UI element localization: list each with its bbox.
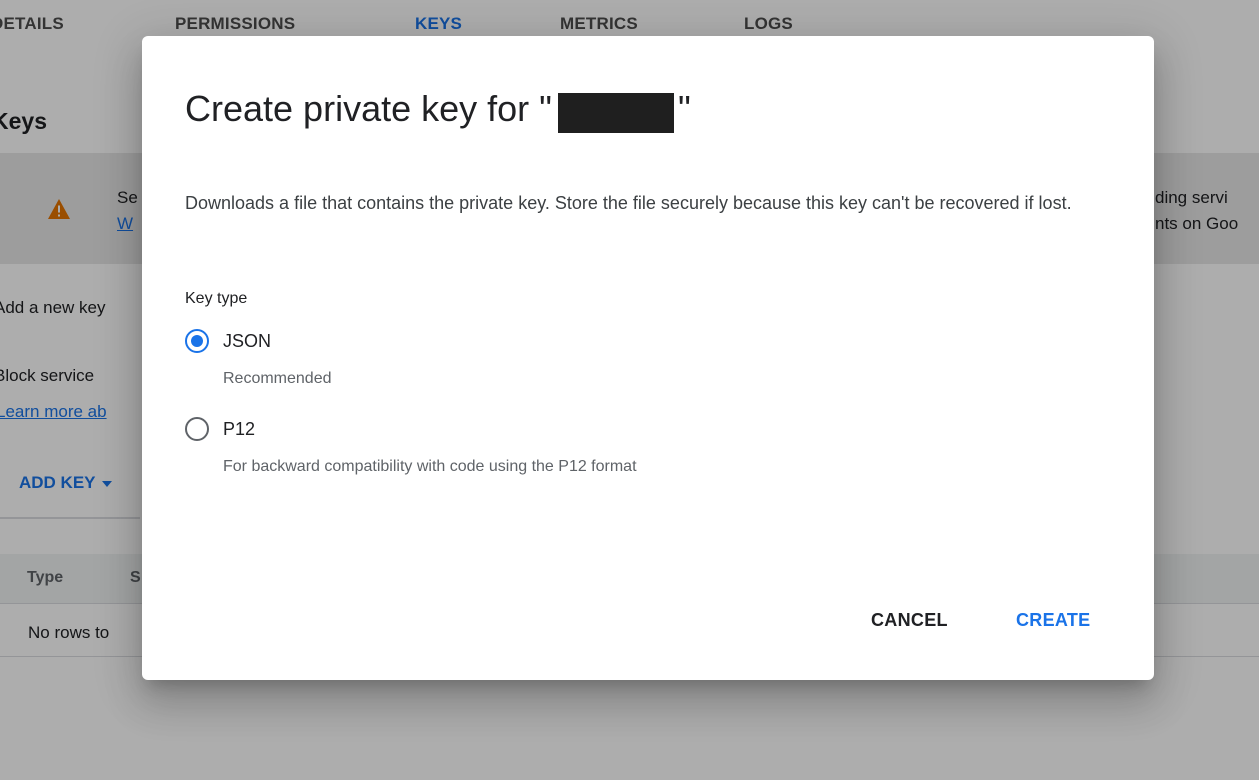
create-private-key-dialog: Create private key for " " Downloads a f… [142, 36, 1154, 680]
redacted-service-account-name [557, 93, 674, 133]
dialog-description: Downloads a file that contains the priva… [185, 193, 1072, 213]
dialog-title-suffix: " [677, 88, 691, 129]
dialog-title-prefix: Create private key for " [185, 88, 552, 129]
radio-sublabel-json: Recommended [223, 370, 332, 387]
radio-label-json: JSON [223, 330, 272, 351]
dialog-title: Create private key for " " [185, 88, 691, 133]
radio-unchecked-icon[interactable] [185, 417, 209, 441]
radio-option-p12[interactable]: P12 [185, 417, 255, 441]
cancel-button[interactable]: CANCEL [863, 602, 956, 638]
radio-label-p12: P12 [223, 418, 256, 439]
page: DETAILS PERMISSIONS KEYS METRICS LOGS Ke… [0, 0, 1259, 780]
key-type-label: Key type [185, 290, 248, 307]
create-button[interactable]: CREATE [1008, 602, 1098, 638]
radio-sublabel-p12: For backward compatibility with code usi… [223, 458, 637, 475]
radio-checked-icon[interactable] [185, 329, 209, 353]
radio-option-json[interactable]: JSON [185, 329, 271, 353]
